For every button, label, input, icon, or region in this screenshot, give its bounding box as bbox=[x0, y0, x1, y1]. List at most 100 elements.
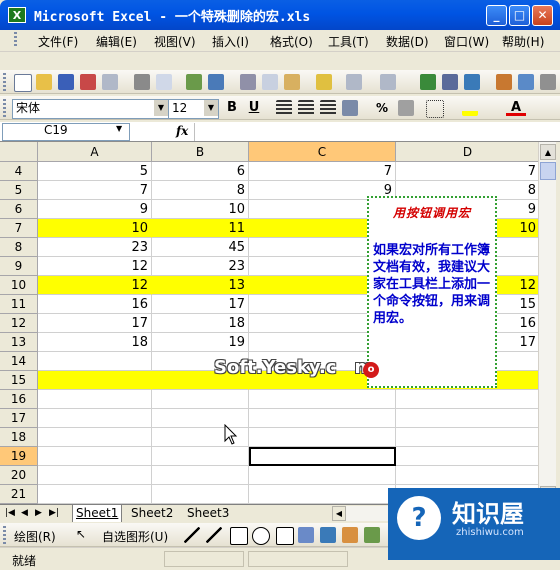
underline-button[interactable]: U bbox=[244, 99, 264, 117]
hyperlink-icon[interactable] bbox=[420, 74, 436, 90]
row-header[interactable]: 20 bbox=[0, 466, 38, 485]
close-button[interactable]: ✕ bbox=[532, 5, 553, 26]
cell-b21[interactable] bbox=[152, 485, 249, 504]
row-header[interactable]: 19 bbox=[0, 447, 38, 466]
cell-a14[interactable] bbox=[38, 352, 152, 371]
menu-tools[interactable]: 工具(T) bbox=[328, 33, 369, 50]
zoom-icon[interactable] bbox=[540, 74, 556, 90]
align-right-icon[interactable] bbox=[320, 100, 336, 116]
paste-icon[interactable] bbox=[284, 74, 300, 90]
cell-a16[interactable] bbox=[38, 390, 152, 409]
cell-c18[interactable] bbox=[249, 428, 396, 447]
spelling-icon[interactable] bbox=[186, 74, 202, 90]
row-header[interactable]: 4 bbox=[0, 162, 38, 181]
cell-a13[interactable]: 18 bbox=[38, 333, 152, 352]
merge-center-icon[interactable] bbox=[342, 100, 358, 116]
menu-edit[interactable]: 编辑(E) bbox=[96, 33, 137, 50]
wordart-icon[interactable] bbox=[298, 527, 314, 543]
row-header[interactable]: 6 bbox=[0, 200, 38, 219]
row-header[interactable]: 15 bbox=[0, 371, 38, 390]
permission-icon[interactable] bbox=[80, 74, 96, 90]
scroll-thumb[interactable] bbox=[540, 162, 556, 180]
cell-b4[interactable]: 6 bbox=[152, 162, 249, 181]
line-icon[interactable] bbox=[184, 527, 200, 543]
cell-b10[interactable]: 13 bbox=[152, 276, 249, 295]
cell-a4[interactable]: 5 bbox=[38, 162, 152, 181]
maximize-button[interactable]: □ bbox=[509, 5, 530, 26]
diagram-icon[interactable] bbox=[320, 527, 336, 543]
cell-c19[interactable] bbox=[249, 447, 396, 466]
cell-d18[interactable] bbox=[396, 428, 538, 447]
row-header[interactable]: 11 bbox=[0, 295, 38, 314]
decrease-decimal-icon[interactable] bbox=[398, 100, 414, 116]
cell-d4[interactable]: 7 bbox=[396, 162, 538, 181]
bold-button[interactable]: B bbox=[222, 99, 242, 117]
row-header[interactable]: 10 bbox=[0, 276, 38, 295]
chevron-down-icon[interactable]: ▼ bbox=[204, 100, 218, 116]
cut-icon[interactable] bbox=[240, 74, 256, 90]
insert-function-icon[interactable]: fx bbox=[176, 124, 188, 138]
cell-d17[interactable] bbox=[396, 409, 538, 428]
cell-a20[interactable] bbox=[38, 466, 152, 485]
borders-icon[interactable] bbox=[426, 100, 444, 118]
menu-window[interactable]: 窗口(W) bbox=[444, 33, 489, 50]
menu-file[interactable]: 文件(F) bbox=[38, 33, 78, 50]
save-icon[interactable] bbox=[58, 74, 74, 90]
redo-icon[interactable] bbox=[380, 74, 396, 90]
column-header-c[interactable]: C bbox=[249, 142, 396, 162]
cell-b11[interactable]: 17 bbox=[152, 295, 249, 314]
row-header[interactable]: 12 bbox=[0, 314, 38, 333]
cell-a7[interactable]: 10 bbox=[38, 219, 152, 238]
row-header[interactable]: 8 bbox=[0, 238, 38, 257]
chart-wizard-icon[interactable] bbox=[496, 74, 512, 90]
cell-a15[interactable] bbox=[38, 371, 152, 390]
autoshapes-menu[interactable]: 自选图形(U) bbox=[102, 528, 168, 545]
tab-sheet1[interactable]: Sheet1 bbox=[72, 505, 123, 522]
cell-a12[interactable]: 17 bbox=[38, 314, 152, 333]
cell-c4[interactable]: 7 bbox=[249, 162, 396, 181]
tab-sheet3[interactable]: Sheet3 bbox=[184, 505, 232, 522]
row-header[interactable]: 21 bbox=[0, 485, 38, 504]
autosum-icon[interactable] bbox=[442, 74, 458, 90]
vertical-scrollbar[interactable]: ▲ ▼ bbox=[538, 142, 556, 504]
new-icon[interactable] bbox=[14, 74, 32, 92]
align-left-icon[interactable] bbox=[276, 100, 292, 116]
cell-d20[interactable] bbox=[396, 466, 538, 485]
research-icon[interactable] bbox=[208, 74, 224, 90]
cell-b7[interactable]: 11 bbox=[152, 219, 249, 238]
cell-b9[interactable]: 23 bbox=[152, 257, 249, 276]
row-header[interactable]: 16 bbox=[0, 390, 38, 409]
select-all-corner[interactable] bbox=[0, 142, 38, 162]
sort-ascending-icon[interactable] bbox=[464, 74, 480, 90]
font-size-select[interactable]: 12 ▼ bbox=[168, 99, 219, 119]
undo-icon[interactable] bbox=[346, 74, 362, 90]
cell-b20[interactable] bbox=[152, 466, 249, 485]
column-header-d[interactable]: D bbox=[396, 142, 538, 162]
row-header[interactable]: 14 bbox=[0, 352, 38, 371]
menu-insert[interactable]: 插入(I) bbox=[212, 33, 249, 50]
menu-format[interactable]: 格式(O) bbox=[270, 33, 313, 50]
textbox-icon[interactable] bbox=[276, 527, 294, 545]
cell-d19[interactable] bbox=[396, 447, 538, 466]
cell-a21[interactable] bbox=[38, 485, 152, 504]
cell-a9[interactable]: 12 bbox=[38, 257, 152, 276]
copy-icon[interactable] bbox=[262, 74, 278, 90]
tab-sheet2[interactable]: Sheet2 bbox=[128, 505, 176, 522]
row-header[interactable]: 9 bbox=[0, 257, 38, 276]
picture-icon[interactable] bbox=[364, 527, 380, 543]
drawing-icon[interactable] bbox=[518, 74, 534, 90]
toolbar-grip[interactable] bbox=[3, 526, 6, 544]
minimize-button[interactable]: _ bbox=[486, 5, 507, 26]
cell-b5[interactable]: 8 bbox=[152, 181, 249, 200]
align-center-icon[interactable] bbox=[298, 100, 314, 116]
cell-b13[interactable]: 19 bbox=[152, 333, 249, 352]
cell-b12[interactable]: 18 bbox=[152, 314, 249, 333]
cell-a17[interactable] bbox=[38, 409, 152, 428]
select-objects-icon[interactable]: ↖ bbox=[76, 527, 86, 541]
first-sheet-icon[interactable]: |◀ bbox=[2, 505, 18, 522]
scroll-up-arrow-icon[interactable]: ▲ bbox=[540, 144, 556, 160]
column-header-b[interactable]: B bbox=[152, 142, 249, 162]
cell-c17[interactable] bbox=[249, 409, 396, 428]
open-icon[interactable] bbox=[36, 74, 52, 90]
font-name-select[interactable]: 宋体 ▼ bbox=[12, 99, 169, 119]
